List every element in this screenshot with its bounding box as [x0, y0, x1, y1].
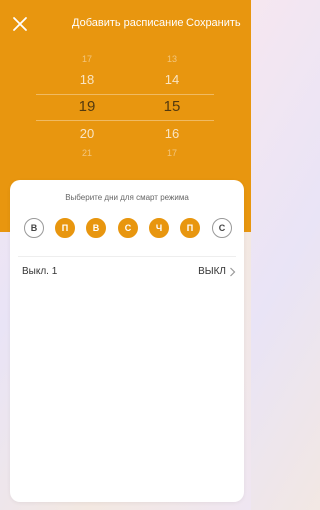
- schedule-row-label: Выкл. 1: [22, 266, 58, 277]
- schedule-row-value: ВЫКЛ: [198, 266, 226, 277]
- smart-mode-sheet: Выберите дни для смарт режима В П В С Ч …: [10, 180, 244, 502]
- minute-option[interactable]: 17: [142, 148, 202, 158]
- day-selector: В П В С Ч П С: [24, 218, 234, 240]
- day-toggle-tuesday[interactable]: В: [86, 218, 106, 238]
- minute-wheel[interactable]: 13 14 15 16 17: [142, 52, 202, 162]
- day-toggle-thursday[interactable]: Ч: [149, 218, 169, 238]
- minute-option[interactable]: 13: [142, 54, 202, 64]
- day-toggle-sunday[interactable]: В: [24, 218, 44, 238]
- hour-option[interactable]: 18: [57, 72, 117, 87]
- hour-option[interactable]: 20: [57, 126, 117, 141]
- day-toggle-wednesday[interactable]: С: [118, 218, 138, 238]
- hour-option[interactable]: 17: [57, 54, 117, 64]
- minute-option[interactable]: 16: [142, 126, 202, 141]
- close-icon: [13, 17, 27, 31]
- day-toggle-monday[interactable]: П: [55, 218, 75, 238]
- schedule-row-off-1[interactable]: Выкл. 1 ВЫКЛ: [10, 260, 244, 282]
- hour-wheel[interactable]: 17 18 19 20 21: [57, 52, 117, 162]
- close-button[interactable]: [10, 14, 30, 34]
- hour-option[interactable]: 21: [57, 148, 117, 158]
- hour-selected[interactable]: 19: [57, 98, 117, 115]
- day-toggle-saturday[interactable]: С: [212, 218, 232, 238]
- minute-selected[interactable]: 15: [142, 98, 202, 115]
- days-hint: Выберите дни для смарт режима: [65, 193, 189, 202]
- divider: [18, 256, 236, 257]
- time-picker[interactable]: 17 18 19 20 21 13 14 15 16 17: [0, 52, 251, 162]
- day-toggle-friday[interactable]: П: [180, 218, 200, 238]
- minute-option[interactable]: 14: [142, 72, 202, 87]
- chevron-right-icon: [230, 267, 236, 277]
- top-bar: Добавить расписание Сохранить: [0, 0, 251, 50]
- save-button[interactable]: Сохранить: [186, 17, 244, 29]
- page-title: Добавить расписание: [72, 17, 184, 29]
